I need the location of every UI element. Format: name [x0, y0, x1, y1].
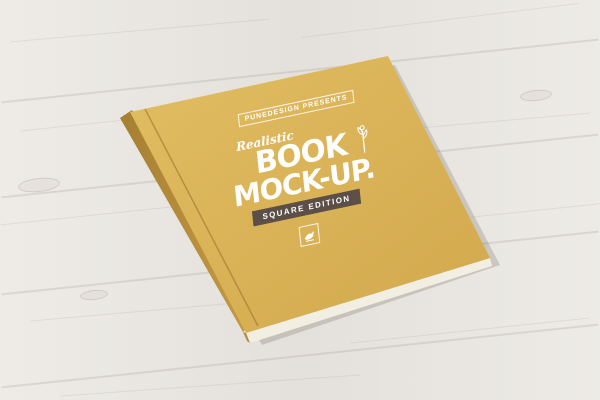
wooden-table-background: PUNEDESIGN PRESENTS Realistic BOOK MOCK-…	[0, 0, 600, 400]
bird-logo-icon	[298, 223, 321, 248]
plant-sprig-icon	[357, 125, 368, 153]
book-cover-design: PUNEDESIGN PRESENTS Realistic BOOK MOCK-…	[205, 59, 405, 326]
